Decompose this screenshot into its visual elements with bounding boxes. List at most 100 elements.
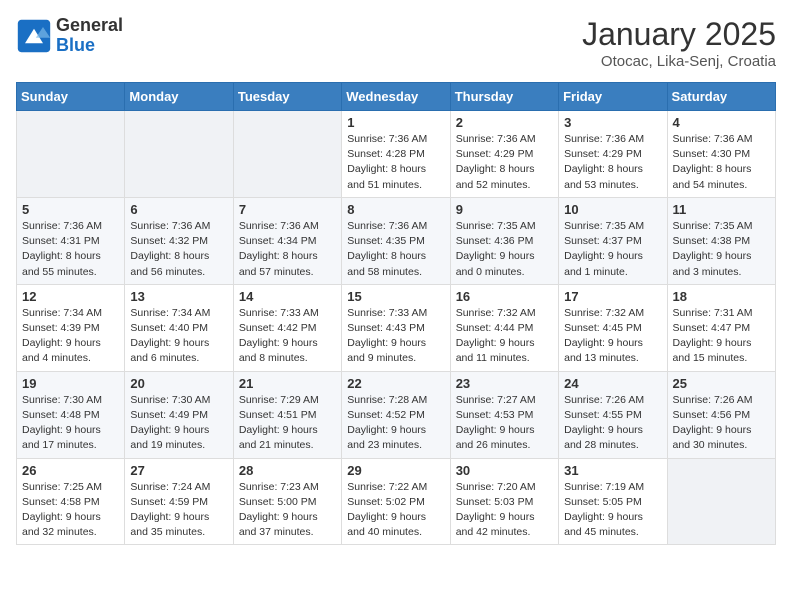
day-info: Sunrise: 7:36 AM Sunset: 4:34 PM Dayligh… (239, 219, 336, 280)
calendar-cell: 25Sunrise: 7:26 AM Sunset: 4:56 PM Dayli… (667, 371, 775, 458)
day-number: 17 (564, 289, 661, 304)
day-number: 16 (456, 289, 553, 304)
day-info: Sunrise: 7:36 AM Sunset: 4:31 PM Dayligh… (22, 219, 119, 280)
calendar-cell: 18 Sunrise: 7:31 AM Sunset: 4:47 PM Dayli… (667, 284, 775, 371)
calendar-cell: 26Sunrise: 7:25 AM Sunset: 4:58 PM Dayli… (17, 458, 125, 545)
calendar-cell: 4 Sunrise: 7:36 AM Sunset: 4:30 PM Daylig… (667, 111, 775, 198)
day-number: 31 (564, 463, 661, 478)
day-info: Sunrise: 7:36 AM Sunset: 4:32 PM Dayligh… (130, 219, 227, 280)
calendar-week-row: 12 Sunrise: 7:34 AM Sunset: 4:39 PM Dayli… (17, 284, 776, 371)
calendar-cell: 30Sunrise: 7:20 AM Sunset: 5:03 PM Dayli… (450, 458, 558, 545)
calendar-cell: 31 Sunrise: 7:19 AM Sunset: 5:05 PM Dayli… (559, 458, 667, 545)
day-info: Sunrise: 7:35 AM Sunset: 4:38 PM Dayligh… (673, 219, 770, 280)
month-title: January 2025 (582, 16, 776, 53)
calendar-cell (125, 111, 233, 198)
logo-icon (16, 18, 52, 54)
weekday-header-tuesday: Tuesday (233, 83, 341, 111)
calendar-cell: 28Sunrise: 7:23 AM Sunset: 5:00 PM Dayli… (233, 458, 341, 545)
weekday-header-monday: Monday (125, 83, 233, 111)
day-info: Sunrise: 7:36 AM Sunset: 4:28 PM Dayligh… (347, 132, 444, 193)
calendar-cell: 17 Sunrise: 7:32 AM Sunset: 4:45 PM Dayli… (559, 284, 667, 371)
day-number: 9 (456, 202, 553, 217)
calendar-week-row: 26Sunrise: 7:25 AM Sunset: 4:58 PM Dayli… (17, 458, 776, 545)
title-block: January 2025 Otocac, Lika-Senj, Croatia (582, 16, 776, 70)
day-number: 14 (239, 289, 336, 304)
weekday-header-friday: Friday (559, 83, 667, 111)
calendar-cell (667, 458, 775, 545)
day-number: 3 (564, 115, 661, 130)
calendar-cell: 15 Sunrise: 7:33 AM Sunset: 4:43 PM Dayli… (342, 284, 450, 371)
day-info: Sunrise: 7:24 AM Sunset: 4:59 PM Dayligh… (130, 480, 227, 541)
day-info: Sunrise: 7:33 AM Sunset: 4:43 PM Dayligh… (347, 306, 444, 367)
weekday-header-row: SundayMondayTuesdayWednesdayThursdayFrid… (17, 83, 776, 111)
calendar-week-row: 19Sunrise: 7:30 AM Sunset: 4:48 PM Dayli… (17, 371, 776, 458)
day-info: Sunrise: 7:26 AM Sunset: 4:55 PM Dayligh… (564, 393, 661, 454)
day-number: 8 (347, 202, 444, 217)
day-number: 18 (673, 289, 770, 304)
day-number: 15 (347, 289, 444, 304)
day-info: Sunrise: 7:31 AM Sunset: 4:47 PM Dayligh… (673, 306, 770, 367)
day-info: Sunrise: 7:36 AM Sunset: 4:29 PM Dayligh… (456, 132, 553, 193)
calendar-cell: 9Sunrise: 7:35 AM Sunset: 4:36 PM Daylig… (450, 197, 558, 284)
day-info: Sunrise: 7:22 AM Sunset: 5:02 PM Dayligh… (347, 480, 444, 541)
location-title: Otocac, Lika-Senj, Croatia (582, 53, 776, 70)
day-number: 22 (347, 376, 444, 391)
weekday-header-thursday: Thursday (450, 83, 558, 111)
day-number: 27 (130, 463, 227, 478)
logo: General Blue (16, 16, 123, 56)
calendar-cell: 21Sunrise: 7:29 AM Sunset: 4:51 PM Dayli… (233, 371, 341, 458)
logo-text: General Blue (56, 16, 123, 56)
calendar-cell: 5 Sunrise: 7:36 AM Sunset: 4:31 PM Daylig… (17, 197, 125, 284)
weekday-header-saturday: Saturday (667, 83, 775, 111)
calendar-cell (17, 111, 125, 198)
day-number: 19 (22, 376, 119, 391)
day-number: 1 (347, 115, 444, 130)
day-info: Sunrise: 7:33 AM Sunset: 4:42 PM Dayligh… (239, 306, 336, 367)
calendar-cell: 27 Sunrise: 7:24 AM Sunset: 4:59 PM Dayli… (125, 458, 233, 545)
calendar-cell: 14 Sunrise: 7:33 AM Sunset: 4:42 PM Dayli… (233, 284, 341, 371)
calendar-cell: 3 Sunrise: 7:36 AM Sunset: 4:29 PM Daylig… (559, 111, 667, 198)
calendar-week-row: 5 Sunrise: 7:36 AM Sunset: 4:31 PM Daylig… (17, 197, 776, 284)
calendar-cell: 7 Sunrise: 7:36 AM Sunset: 4:34 PM Daylig… (233, 197, 341, 284)
day-number: 30 (456, 463, 553, 478)
day-number: 29 (347, 463, 444, 478)
day-number: 21 (239, 376, 336, 391)
day-info: Sunrise: 7:30 AM Sunset: 4:49 PM Dayligh… (130, 393, 227, 454)
day-info: Sunrise: 7:34 AM Sunset: 4:39 PM Dayligh… (22, 306, 119, 367)
calendar-cell: 2Sunrise: 7:36 AM Sunset: 4:29 PM Daylig… (450, 111, 558, 198)
day-number: 7 (239, 202, 336, 217)
calendar-cell: 1 Sunrise: 7:36 AM Sunset: 4:28 PM Daylig… (342, 111, 450, 198)
day-number: 12 (22, 289, 119, 304)
day-info: Sunrise: 7:28 AM Sunset: 4:52 PM Dayligh… (347, 393, 444, 454)
day-number: 13 (130, 289, 227, 304)
weekday-header-sunday: Sunday (17, 83, 125, 111)
calendar-cell: 6 Sunrise: 7:36 AM Sunset: 4:32 PM Daylig… (125, 197, 233, 284)
day-info: Sunrise: 7:35 AM Sunset: 4:37 PM Dayligh… (564, 219, 661, 280)
page-header: General Blue January 2025 Otocac, Lika-S… (16, 16, 776, 70)
calendar-cell: 12 Sunrise: 7:34 AM Sunset: 4:39 PM Dayli… (17, 284, 125, 371)
calendar-cell: 24 Sunrise: 7:26 AM Sunset: 4:55 PM Dayli… (559, 371, 667, 458)
calendar-cell: 29 Sunrise: 7:22 AM Sunset: 5:02 PM Dayli… (342, 458, 450, 545)
day-info: Sunrise: 7:19 AM Sunset: 5:05 PM Dayligh… (564, 480, 661, 541)
day-info: Sunrise: 7:36 AM Sunset: 4:30 PM Dayligh… (673, 132, 770, 193)
day-number: 6 (130, 202, 227, 217)
day-number: 4 (673, 115, 770, 130)
day-info: Sunrise: 7:36 AM Sunset: 4:35 PM Dayligh… (347, 219, 444, 280)
calendar-week-row: 1 Sunrise: 7:36 AM Sunset: 4:28 PM Daylig… (17, 111, 776, 198)
calendar-cell: 8 Sunrise: 7:36 AM Sunset: 4:35 PM Daylig… (342, 197, 450, 284)
day-number: 28 (239, 463, 336, 478)
weekday-header-wednesday: Wednesday (342, 83, 450, 111)
calendar-cell: 19Sunrise: 7:30 AM Sunset: 4:48 PM Dayli… (17, 371, 125, 458)
day-number: 24 (564, 376, 661, 391)
calendar-cell: 23Sunrise: 7:27 AM Sunset: 4:53 PM Dayli… (450, 371, 558, 458)
day-number: 5 (22, 202, 119, 217)
calendar-cell: 11 Sunrise: 7:35 AM Sunset: 4:38 PM Dayli… (667, 197, 775, 284)
calendar-table: SundayMondayTuesdayWednesdayThursdayFrid… (16, 82, 776, 545)
day-info: Sunrise: 7:36 AM Sunset: 4:29 PM Dayligh… (564, 132, 661, 193)
day-info: Sunrise: 7:32 AM Sunset: 4:45 PM Dayligh… (564, 306, 661, 367)
day-number: 11 (673, 202, 770, 217)
calendar-cell: 10Sunrise: 7:35 AM Sunset: 4:37 PM Dayli… (559, 197, 667, 284)
day-number: 20 (130, 376, 227, 391)
day-number: 26 (22, 463, 119, 478)
calendar-cell: 22 Sunrise: 7:28 AM Sunset: 4:52 PM Dayli… (342, 371, 450, 458)
